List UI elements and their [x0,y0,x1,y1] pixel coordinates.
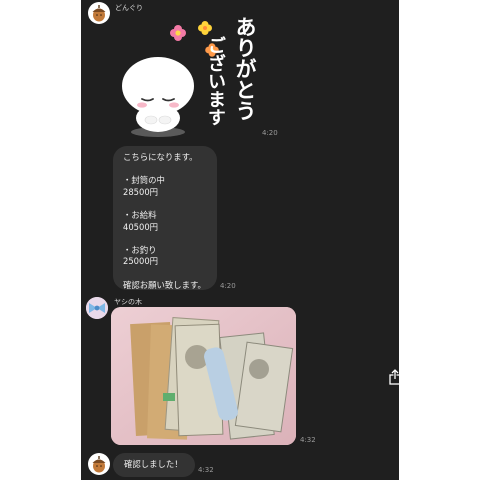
reply-time: 4:32 [198,466,214,474]
banknotes-photo-image [111,307,296,445]
share-button[interactable] [384,366,399,388]
avatar-sender1[interactable] [88,2,110,24]
share-icon [389,369,399,385]
sticker-thank-you[interactable]: ありがとう ございます [111,6,281,138]
message-text: こちらになります。 ・封筒の中 28500円 ・お給料 40500円 ・お釣り … [123,152,206,290]
sender-name: ヤシの木 [114,298,142,306]
bow-icon [86,297,108,319]
chat-screen: どんぐり ありがとう ございます 4:20 こちらになります。 ・封筒の中 28… [81,0,399,480]
sticker-time: 4:20 [262,129,278,137]
reply-bubble[interactable]: 確認しました！ [113,453,195,477]
sticker-text-line2: ございます [205,36,226,126]
acorn-icon [92,456,106,473]
photo-time: 4:32 [300,436,316,444]
reply-text: 確認しました！ [124,459,183,469]
message-time: 4:20 [220,282,236,290]
photo-message[interactable] [111,307,296,445]
avatar-sender1[interactable] [88,453,110,475]
message-bubble[interactable]: こちらになります。 ・封筒の中 28500円 ・お給料 40500円 ・お釣り … [113,146,217,290]
sticker-text-line1: ありがとう [233,16,257,121]
avatar-sender2[interactable] [86,297,108,319]
acorn-icon [92,5,106,22]
